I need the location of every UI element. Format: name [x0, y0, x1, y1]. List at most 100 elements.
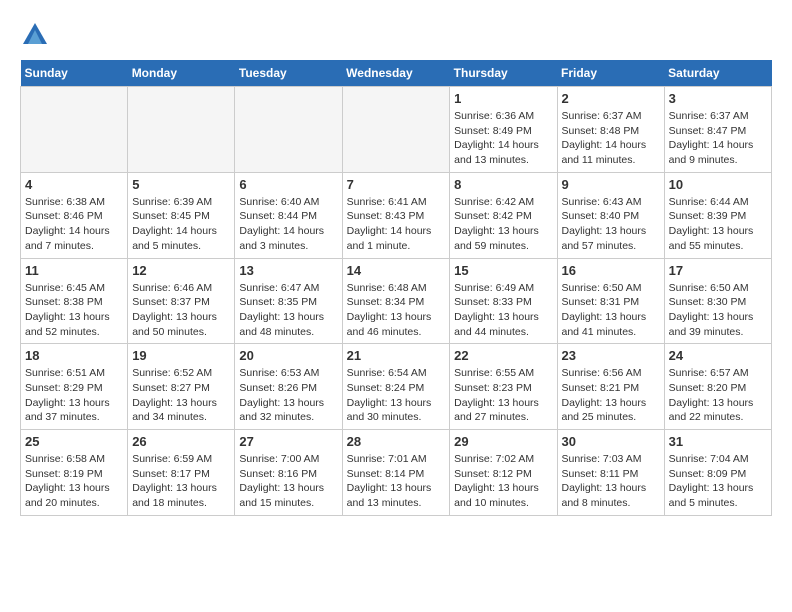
day-number: 9 [562, 177, 660, 192]
column-header-monday: Monday [128, 60, 235, 87]
day-number: 13 [239, 263, 337, 278]
day-cell: 22Sunrise: 6:55 AM Sunset: 8:23 PM Dayli… [450, 344, 557, 430]
day-cell: 5 Sunrise: 6:39 AM Sunset: 8:45 PM Daylig… [128, 172, 235, 258]
day-info: Sunrise: 6:38 AM Sunset: 8:46 PM Dayligh… [25, 195, 123, 254]
day-cell: 28 Sunrise: 7:01 AM Sunset: 8:14 PM Dayli… [342, 430, 450, 516]
day-cell: 8 Sunrise: 6:42 AM Sunset: 8:42 PM Daylig… [450, 172, 557, 258]
day-number: 23 [562, 348, 660, 363]
day-info: Sunrise: 6:48 AM Sunset: 8:34 PM Dayligh… [347, 281, 446, 340]
day-cell: 14Sunrise: 6:48 AM Sunset: 8:34 PM Dayli… [342, 258, 450, 344]
day-info: Sunrise: 7:01 AM Sunset: 8:14 PM Dayligh… [347, 452, 446, 511]
day-info: Sunrise: 6:50 AM Sunset: 8:31 PM Dayligh… [562, 281, 660, 340]
day-number: 20 [239, 348, 337, 363]
day-number: 21 [347, 348, 446, 363]
day-info: Sunrise: 6:43 AM Sunset: 8:40 PM Dayligh… [562, 195, 660, 254]
day-cell: 19 Sunrise: 6:52 AM Sunset: 8:27 PM Dayli… [128, 344, 235, 430]
day-info: Sunrise: 6:49 AM Sunset: 8:33 PM Dayligh… [454, 281, 552, 340]
day-number: 27 [239, 434, 337, 449]
day-number: 29 [454, 434, 552, 449]
day-cell [21, 87, 128, 173]
day-number: 3 [669, 91, 767, 106]
day-info: Sunrise: 7:00 AM Sunset: 8:16 PM Dayligh… [239, 452, 337, 511]
day-info: Sunrise: 6:41 AM Sunset: 8:43 PM Dayligh… [347, 195, 446, 254]
day-cell: 17Sunrise: 6:50 AM Sunset: 8:30 PM Dayli… [664, 258, 771, 344]
day-info: Sunrise: 6:55 AM Sunset: 8:23 PM Dayligh… [454, 366, 552, 425]
logo [20, 20, 54, 50]
day-cell: 16 Sunrise: 6:50 AM Sunset: 8:31 PM Dayli… [557, 258, 664, 344]
day-cell: 31 Sunrise: 7:04 AM Sunset: 8:09 PM Dayli… [664, 430, 771, 516]
day-info: Sunrise: 6:59 AM Sunset: 8:17 PM Dayligh… [132, 452, 230, 511]
day-cell: 4 Sunrise: 6:38 AM Sunset: 8:46 PM Daylig… [21, 172, 128, 258]
day-number: 12 [132, 263, 230, 278]
day-number: 5 [132, 177, 230, 192]
day-number: 30 [562, 434, 660, 449]
day-number: 17 [669, 263, 767, 278]
day-info: Sunrise: 6:36 AM Sunset: 8:49 PM Dayligh… [454, 109, 552, 168]
day-info: Sunrise: 7:04 AM Sunset: 8:09 PM Dayligh… [669, 452, 767, 511]
day-info: Sunrise: 6:57 AM Sunset: 8:20 PM Dayligh… [669, 366, 767, 425]
day-number: 18 [25, 348, 123, 363]
day-cell: 24 Sunrise: 6:57 AM Sunset: 8:20 PM Dayli… [664, 344, 771, 430]
header-row: SundayMondayTuesdayWednesdayThursdayFrid… [21, 60, 772, 87]
day-number: 15 [454, 263, 552, 278]
day-cell: 27 Sunrise: 7:00 AM Sunset: 8:16 PM Dayli… [235, 430, 342, 516]
day-number: 28 [347, 434, 446, 449]
day-number: 24 [669, 348, 767, 363]
day-cell: 26 Sunrise: 6:59 AM Sunset: 8:17 PM Dayli… [128, 430, 235, 516]
day-cell: 18 Sunrise: 6:51 AM Sunset: 8:29 PM Dayli… [21, 344, 128, 430]
day-cell: 23 Sunrise: 6:56 AM Sunset: 8:21 PM Dayli… [557, 344, 664, 430]
day-info: Sunrise: 6:52 AM Sunset: 8:27 PM Dayligh… [132, 366, 230, 425]
day-cell: 1 Sunrise: 6:36 AM Sunset: 8:49 PM Daylig… [450, 87, 557, 173]
day-info: Sunrise: 6:44 AM Sunset: 8:39 PM Dayligh… [669, 195, 767, 254]
day-cell: 3Sunrise: 6:37 AM Sunset: 8:47 PM Daylig… [664, 87, 771, 173]
day-info: Sunrise: 6:40 AM Sunset: 8:44 PM Dayligh… [239, 195, 337, 254]
column-header-friday: Friday [557, 60, 664, 87]
calendar-table: SundayMondayTuesdayWednesdayThursdayFrid… [20, 60, 772, 516]
header [20, 20, 772, 50]
day-cell: 7Sunrise: 6:41 AM Sunset: 8:43 PM Daylig… [342, 172, 450, 258]
day-info: Sunrise: 7:02 AM Sunset: 8:12 PM Dayligh… [454, 452, 552, 511]
day-number: 8 [454, 177, 552, 192]
day-cell: 13 Sunrise: 6:47 AM Sunset: 8:35 PM Dayli… [235, 258, 342, 344]
day-number: 4 [25, 177, 123, 192]
week-row-1: 1 Sunrise: 6:36 AM Sunset: 8:49 PM Daylig… [21, 87, 772, 173]
day-cell: 21Sunrise: 6:54 AM Sunset: 8:24 PM Dayli… [342, 344, 450, 430]
day-cell: 6Sunrise: 6:40 AM Sunset: 8:44 PM Daylig… [235, 172, 342, 258]
week-row-5: 25Sunrise: 6:58 AM Sunset: 8:19 PM Dayli… [21, 430, 772, 516]
day-cell [235, 87, 342, 173]
day-info: Sunrise: 6:56 AM Sunset: 8:21 PM Dayligh… [562, 366, 660, 425]
logo-icon [20, 20, 50, 50]
day-number: 19 [132, 348, 230, 363]
day-cell: 11Sunrise: 6:45 AM Sunset: 8:38 PM Dayli… [21, 258, 128, 344]
day-info: Sunrise: 6:53 AM Sunset: 8:26 PM Dayligh… [239, 366, 337, 425]
day-number: 25 [25, 434, 123, 449]
day-cell: 15 Sunrise: 6:49 AM Sunset: 8:33 PM Dayli… [450, 258, 557, 344]
day-info: Sunrise: 6:51 AM Sunset: 8:29 PM Dayligh… [25, 366, 123, 425]
day-number: 31 [669, 434, 767, 449]
day-info: Sunrise: 6:37 AM Sunset: 8:48 PM Dayligh… [562, 109, 660, 168]
day-info: Sunrise: 6:46 AM Sunset: 8:37 PM Dayligh… [132, 281, 230, 340]
day-cell: 12 Sunrise: 6:46 AM Sunset: 8:37 PM Dayli… [128, 258, 235, 344]
day-number: 16 [562, 263, 660, 278]
column-header-tuesday: Tuesday [235, 60, 342, 87]
week-row-2: 4 Sunrise: 6:38 AM Sunset: 8:46 PM Daylig… [21, 172, 772, 258]
day-cell: 25Sunrise: 6:58 AM Sunset: 8:19 PM Dayli… [21, 430, 128, 516]
day-info: Sunrise: 6:45 AM Sunset: 8:38 PM Dayligh… [25, 281, 123, 340]
column-header-wednesday: Wednesday [342, 60, 450, 87]
day-number: 26 [132, 434, 230, 449]
day-number: 10 [669, 177, 767, 192]
day-info: Sunrise: 6:39 AM Sunset: 8:45 PM Dayligh… [132, 195, 230, 254]
day-info: Sunrise: 6:42 AM Sunset: 8:42 PM Dayligh… [454, 195, 552, 254]
day-cell: 29 Sunrise: 7:02 AM Sunset: 8:12 PM Dayli… [450, 430, 557, 516]
week-row-4: 18 Sunrise: 6:51 AM Sunset: 8:29 PM Dayli… [21, 344, 772, 430]
day-cell: 20 Sunrise: 6:53 AM Sunset: 8:26 PM Dayli… [235, 344, 342, 430]
day-info: Sunrise: 6:47 AM Sunset: 8:35 PM Dayligh… [239, 281, 337, 340]
day-cell: 10 Sunrise: 6:44 AM Sunset: 8:39 PM Dayli… [664, 172, 771, 258]
day-cell [342, 87, 450, 173]
day-cell: 9 Sunrise: 6:43 AM Sunset: 8:40 PM Daylig… [557, 172, 664, 258]
day-cell: 30 Sunrise: 7:03 AM Sunset: 8:11 PM Dayli… [557, 430, 664, 516]
column-header-sunday: Sunday [21, 60, 128, 87]
day-number: 1 [454, 91, 552, 106]
day-info: Sunrise: 7:03 AM Sunset: 8:11 PM Dayligh… [562, 452, 660, 511]
day-cell [128, 87, 235, 173]
